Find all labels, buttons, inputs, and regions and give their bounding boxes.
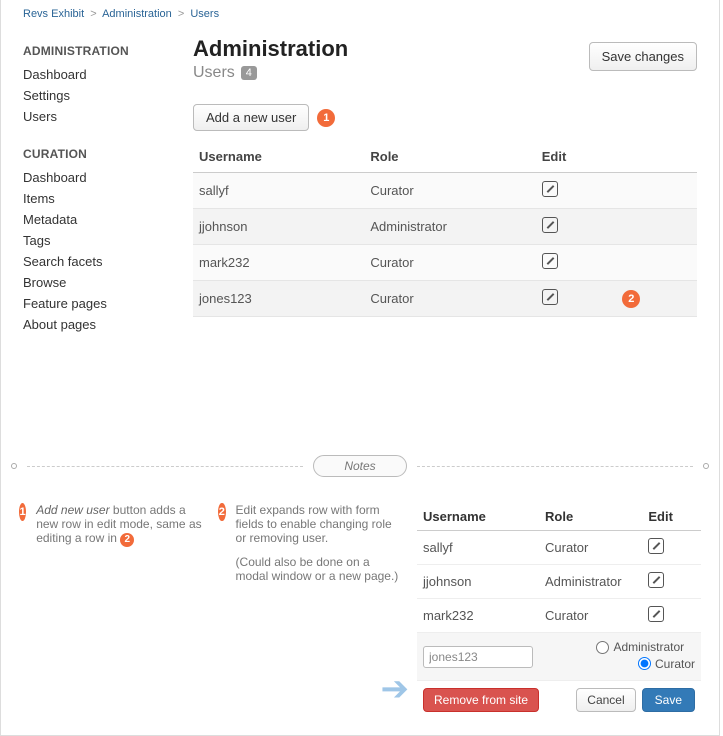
col-header-role: Role <box>539 503 642 531</box>
user-count-badge: 4 <box>241 66 257 80</box>
col-header-username: Username <box>193 141 364 173</box>
sidebar-item-cur-browse[interactable]: Browse <box>23 272 193 293</box>
sidebar-item-cur-featurepages[interactable]: Feature pages <box>23 293 193 314</box>
note-2-subtext: (Could also be done on a modal window or… <box>236 555 403 583</box>
note-1: 1 Add new user button adds a new row in … <box>19 503 204 719</box>
role-radio-admin-input[interactable] <box>596 641 609 654</box>
sidebar-item-settings[interactable]: Settings <box>23 85 193 106</box>
note-2-badge: 2 <box>218 503 226 521</box>
note-1-ref: 2 <box>120 533 134 547</box>
cell-username: mark232 <box>417 599 539 633</box>
role-radio-curator-input[interactable] <box>638 657 651 670</box>
add-user-button[interactable]: Add a new user <box>193 104 309 131</box>
edit-icon[interactable] <box>542 253 558 269</box>
col-header-edit: Edit <box>536 141 617 173</box>
main-panel: Save changes Administration Users 4 Add … <box>193 36 697 355</box>
breadcrumb: Revs Exhibit > Administration > Users <box>1 6 719 30</box>
table-row: jjohnson Administrator <box>193 209 697 245</box>
note-2-text: Edit expands row with form fields to ena… <box>236 503 392 545</box>
demo-panel: Username Role Edit sallyf Curator jjohns… <box>417 503 701 719</box>
cell-username: sallyf <box>417 531 539 565</box>
notes-pill: Notes <box>313 455 406 477</box>
edit-icon[interactable] <box>542 217 558 233</box>
app-frame: Revs Exhibit > Administration > Users AD… <box>0 0 720 736</box>
cell-username: mark232 <box>193 245 364 281</box>
sidebar-item-cur-tags[interactable]: Tags <box>23 230 193 251</box>
edit-actions-row: Remove from site Cancel Save <box>417 681 701 720</box>
sidebar-item-cur-metadata[interactable]: Metadata <box>23 209 193 230</box>
table-row: sallyf Curator <box>417 531 701 565</box>
cell-username: jjohnson <box>417 565 539 599</box>
breadcrumb-sep: > <box>175 8 187 20</box>
remove-user-button[interactable]: Remove from site <box>423 688 539 712</box>
sidebar-item-cur-aboutpages[interactable]: About pages <box>23 314 193 335</box>
cell-role: Curator <box>539 599 642 633</box>
sidebar-item-cur-dashboard[interactable]: Dashboard <box>23 167 193 188</box>
edit-icon[interactable] <box>648 572 664 588</box>
callout-marker-1: 1 <box>317 109 335 127</box>
users-table: Username Role Edit sallyf Curator jjohns… <box>193 141 697 317</box>
col-header-username: Username <box>417 503 539 531</box>
edit-icon[interactable] <box>542 289 558 305</box>
table-row: jones123 Curator 2 <box>193 281 697 317</box>
edit-icon[interactable] <box>648 538 664 554</box>
callout-marker-2: 2 <box>622 290 640 308</box>
cell-role: Curator <box>364 173 535 209</box>
cell-role: Administrator <box>539 565 642 599</box>
username-input[interactable] <box>423 646 533 668</box>
note-2: 2 Edit expands row with form fields to e… <box>218 503 403 719</box>
notes-divider: Notes <box>1 437 719 495</box>
save-button[interactable]: Save <box>642 688 695 712</box>
cell-username: jjohnson <box>193 209 364 245</box>
role-radio-curator-label: Curator <box>655 657 695 671</box>
role-radio-admin-label: Administrator <box>613 640 684 654</box>
col-header-role: Role <box>364 141 535 173</box>
cell-role: Curator <box>364 281 535 317</box>
col-header-edit: Edit <box>642 503 701 531</box>
sidebar: ADMINISTRATION Dashboard Settings Users … <box>23 36 193 355</box>
demo-users-table: Username Role Edit sallyf Curator jjohns… <box>417 503 701 719</box>
sidebar-item-cur-items[interactable]: Items <box>23 188 193 209</box>
divider-dot-icon <box>11 463 17 469</box>
sidebar-item-users[interactable]: Users <box>23 106 193 127</box>
table-row: mark232 Curator <box>417 599 701 633</box>
save-changes-button[interactable]: Save changes <box>589 42 697 71</box>
cell-role: Curator <box>539 531 642 565</box>
cell-role: Administrator <box>364 209 535 245</box>
cancel-button[interactable]: Cancel <box>576 688 635 712</box>
edit-icon[interactable] <box>648 606 664 622</box>
page-subtitle: Users <box>193 64 235 82</box>
role-radio-admin[interactable]: Administrator <box>596 640 684 654</box>
breadcrumb-link-exhibit[interactable]: Revs Exhibit <box>23 8 84 20</box>
divider-dot-icon <box>703 463 709 469</box>
breadcrumb-link-users[interactable]: Users <box>190 8 219 20</box>
table-row: mark232 Curator <box>193 245 697 281</box>
note-1-badge: 1 <box>19 503 26 521</box>
table-row: jjohnson Administrator <box>417 565 701 599</box>
sidebar-header-admin: ADMINISTRATION <box>23 44 193 58</box>
role-radio-curator[interactable]: Curator <box>638 657 695 671</box>
sidebar-header-curation: CURATION <box>23 147 193 161</box>
sidebar-item-cur-searchfacets[interactable]: Search facets <box>23 251 193 272</box>
table-row: sallyf Curator <box>193 173 697 209</box>
cell-username: jones123 <box>193 281 364 317</box>
breadcrumb-link-admin[interactable]: Administration <box>102 8 172 20</box>
notes-area: 1 Add new user button adds a new row in … <box>1 495 719 735</box>
cell-username: sallyf <box>193 173 364 209</box>
note-1-em: Add new user <box>36 503 109 517</box>
breadcrumb-sep: > <box>87 8 99 20</box>
sidebar-item-dashboard[interactable]: Dashboard <box>23 64 193 85</box>
table-row-editing: Administrator Curator <box>417 633 701 681</box>
cell-role: Curator <box>364 245 535 281</box>
edit-icon[interactable] <box>542 181 558 197</box>
